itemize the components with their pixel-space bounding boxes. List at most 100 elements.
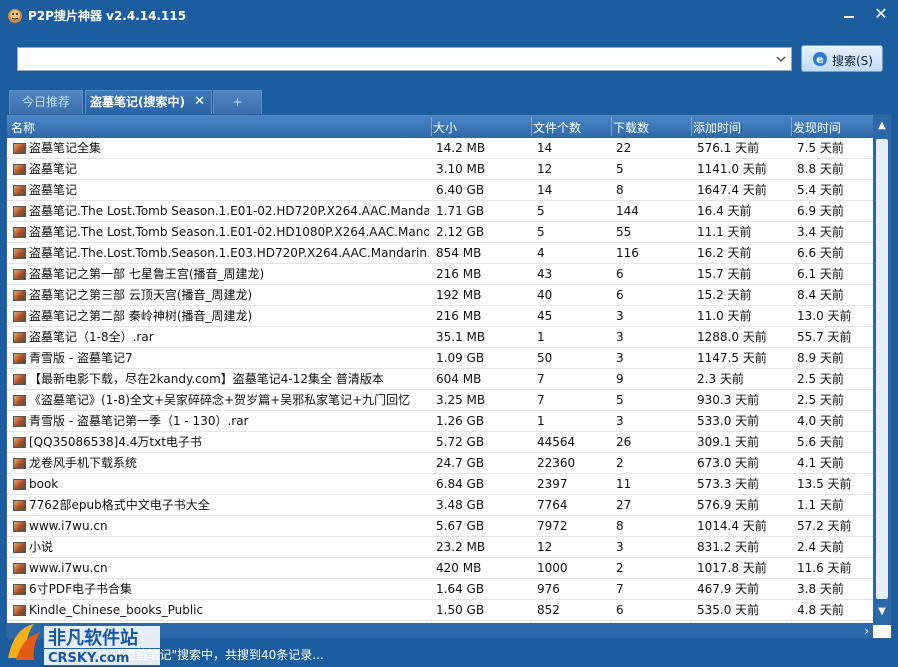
column-divider[interactable] — [431, 117, 432, 136]
table-row[interactable]: www.i7wu.cn 420 MB 1000 2 1017.8 天前 11.6 天前 — [7, 558, 873, 579]
close-window-button[interactable]: ✕ — [870, 4, 892, 24]
cell-added-time: 1017.8 天前 — [697, 561, 767, 575]
table-row[interactable]: 盗墓笔记全集 14.2 MB 14 22 576.1 天前 7.5 天前 — [7, 138, 873, 159]
table-row[interactable]: 青雪版 - 盗墓笔记7 1.09 GB 50 3 1147.5 天前 8.9 天前 — [7, 348, 873, 369]
cell-name: book — [29, 477, 59, 491]
scroll-up-icon[interactable]: ▲ — [873, 119, 891, 133]
table-row[interactable]: 盗墓笔记之第二部 秦岭神树(播音_周建龙) 216 MB 45 3 11.0 天前 13.… — [7, 306, 873, 327]
table-row[interactable]: 盗墓笔记.The Lost.Tomb Season.1.E01-02.HD108… — [7, 222, 873, 243]
column-header-found-time[interactable]: 发现时间 — [793, 119, 841, 136]
table-row[interactable]: 盗墓笔记（1-8全）.rar 35.1 MB 1 3 1288.0 天前 55.7 天前 — [7, 327, 873, 348]
cell-name: 7762部epub格式中文电子书大全 — [29, 498, 210, 512]
cell-found-time: 1.1 天前 — [797, 498, 844, 512]
tab-today-recommend[interactable]: 今日推荐 — [9, 90, 83, 114]
svg-text:e: e — [816, 53, 823, 66]
cell-size: 35.1 MB — [436, 330, 486, 344]
table-row[interactable]: 青雪版 - 盗墓笔记第一季（1 - 130）.rar 1.26 GB 1 3 533.0… — [7, 411, 873, 432]
table-row[interactable]: 盗墓笔记 6.40 GB 14 8 1647.4 天前 5.4 天前 — [7, 180, 873, 201]
column-divider[interactable] — [531, 117, 532, 136]
tab-search-results[interactable]: 盗墓笔记(搜索中) ✕ — [85, 90, 212, 114]
image-file-icon — [13, 143, 26, 154]
chevron-down-icon[interactable] — [775, 54, 787, 64]
table-row[interactable]: 盗墓笔记.The.Lost.Tomb.Season.1.E03.HD720P.X… — [7, 243, 873, 264]
scrollbar-thumb[interactable] — [876, 139, 888, 599]
search-button[interactable]: e 搜索(S) — [801, 45, 883, 72]
tab-label: 盗墓笔记(搜索中) — [90, 95, 185, 109]
table-row[interactable]: 龙卷风手机下载系统 24.7 GB 22360 2 673.0 天前 4.1 天前 — [7, 453, 873, 474]
cell-found-time: 11.6 天前 — [797, 561, 852, 575]
column-header-downloads[interactable]: 下载数 — [613, 119, 649, 136]
cell-found-time: 6.9 天前 — [797, 204, 844, 218]
table-row[interactable]: 盗墓笔记之第一部 七星鲁王宫(播音_周建龙) 216 MB 43 6 15.7 天前 6.… — [7, 264, 873, 285]
column-header-name[interactable]: 名称 — [11, 119, 35, 136]
image-file-icon — [13, 374, 26, 385]
cell-added-time: 11.0 天前 — [697, 309, 752, 323]
cell-size: 14.2 MB — [436, 141, 486, 155]
image-file-icon — [13, 542, 26, 553]
image-file-icon — [13, 458, 26, 469]
cell-name: 青雪版 - 盗墓笔记7 — [29, 351, 133, 365]
cell-found-time: 3.8 天前 — [797, 582, 844, 596]
cell-downloads: 116 — [616, 246, 639, 260]
cell-size: 6.40 GB — [436, 183, 485, 197]
image-file-icon — [13, 563, 26, 574]
table-row[interactable]: 小说 23.2 MB 12 3 831.2 天前 2.4 天前 — [7, 537, 873, 558]
cell-downloads: 5 — [616, 393, 624, 407]
cell-name: 【最新电影下载，尽在2kandy.com】盗墓笔记4-12集全 普清版本 — [29, 372, 384, 386]
column-header-size[interactable]: 大小 — [433, 119, 457, 136]
cell-file-count: 2397 — [537, 477, 568, 491]
image-file-icon — [13, 269, 26, 280]
cell-downloads: 3 — [616, 351, 624, 365]
image-file-icon — [13, 227, 26, 238]
column-divider[interactable] — [611, 117, 612, 136]
table-row[interactable]: 6寸PDF电子书合集 1.64 GB 976 7 467.9 天前 3.8 天前 — [7, 579, 873, 600]
column-divider[interactable] — [791, 117, 792, 136]
cell-downloads: 3 — [616, 414, 624, 428]
table-row[interactable]: 【最新电影下载，尽在2kandy.com】盗墓笔记4-12集全 普清版本 604 … — [7, 369, 873, 390]
cell-file-count: 12 — [537, 540, 553, 554]
cell-name: 盗墓笔记 — [29, 183, 78, 197]
column-header-file-count[interactable]: 文件个数 — [533, 119, 581, 136]
image-file-icon — [13, 521, 26, 532]
add-tab-button[interactable]: + — [213, 90, 262, 114]
column-divider[interactable] — [691, 117, 692, 136]
cell-added-time: 535.0 天前 — [697, 603, 760, 617]
table-row[interactable]: 《盗墓笔记》(1-8)全文+吴家碎碎念+贺岁篇+吴邪私家笔记+九门回忆 3.25 … — [7, 390, 873, 411]
vertical-scrollbar[interactable]: ▲ ▼ — [873, 115, 891, 625]
search-combobox[interactable] — [17, 47, 792, 71]
cell-downloads: 6 — [616, 288, 624, 302]
table-header: 名称 大小 文件个数 下载数 添加时间 发现时间 — [7, 115, 891, 138]
table-row[interactable]: 盗墓笔记.The Lost.Tomb Season.1.E01-02.HD720… — [7, 201, 873, 222]
table-row[interactable]: 7762部epub格式中文电子书大全 3.48 GB 7764 27 576.9 天前 1… — [7, 495, 873, 516]
table-row[interactable]: 盗墓笔记之第三部 云顶天宫(播音_周建龙) 192 MB 40 6 15.2 天前 8.4… — [7, 285, 873, 306]
cell-found-time: 55.7 天前 — [797, 330, 852, 344]
tab-strip: 今日推荐 盗墓笔记(搜索中) ✕ + — [0, 90, 898, 114]
search-input[interactable] — [21, 50, 766, 68]
tab-label: 今日推荐 — [21, 95, 70, 109]
cell-file-count: 5 — [537, 204, 545, 218]
cell-name: 盗墓笔记.The.Lost.Tomb.Season.1.E03.HD720P.X… — [29, 246, 429, 260]
table-row[interactable]: 盗墓笔记 3.10 MB 12 5 1141.0 天前 8.8 天前 — [7, 159, 873, 180]
cell-file-count: 7 — [537, 393, 545, 407]
close-tab-icon[interactable]: ✕ — [194, 91, 205, 113]
image-file-icon — [13, 290, 26, 301]
cell-downloads: 5 — [616, 162, 624, 176]
cell-size: 2.12 GB — [436, 225, 485, 239]
table-row[interactable]: book 6.84 GB 2397 11 573.3 天前 13.5 天前 — [7, 474, 873, 495]
cell-name: 盗墓笔记全集 — [29, 141, 102, 155]
image-file-icon — [13, 605, 26, 616]
column-header-added-time[interactable]: 添加时间 — [693, 119, 741, 136]
cell-file-count: 40 — [537, 288, 553, 302]
scroll-right-icon[interactable]: › — [864, 624, 869, 638]
cell-name: 盗墓笔记之第二部 秦岭神树(播音_周建龙) — [29, 309, 253, 323]
table-row[interactable]: www.i7wu.cn 5.67 GB 7972 8 1014.4 天前 57.2 天前 — [7, 516, 873, 537]
image-file-icon — [13, 206, 26, 217]
cell-name: 盗墓笔记.The Lost.Tomb Season.1.E01-02.HD108… — [29, 225, 429, 239]
scroll-down-icon[interactable]: ▼ — [873, 605, 891, 619]
cell-size: 192 MB — [436, 288, 482, 302]
table-row[interactable]: [QQ35086538]4.4万txt电子书 5.72 GB 44564 26 309.… — [7, 432, 873, 453]
cell-size: 3.25 MB — [436, 393, 486, 407]
image-file-icon — [13, 185, 26, 196]
minimize-button[interactable] — [838, 4, 860, 24]
image-file-icon — [13, 500, 26, 511]
